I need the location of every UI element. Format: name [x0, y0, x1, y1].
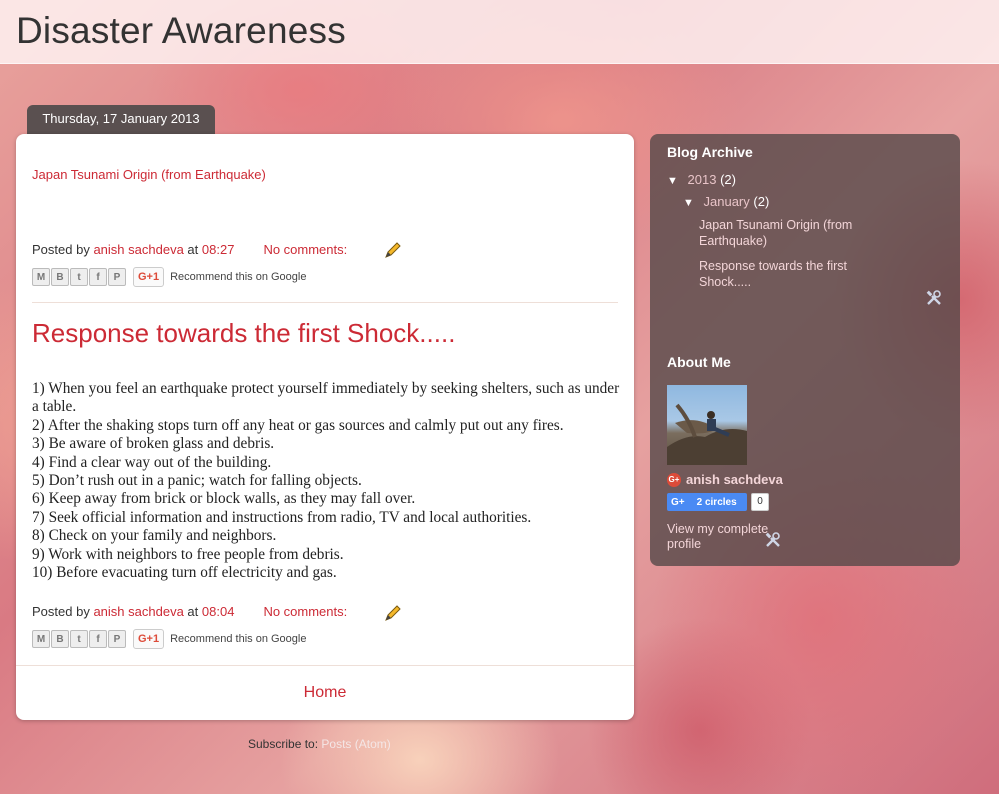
circles-button[interactable]: G+ 2 circles — [667, 493, 747, 511]
subscribe-line: Subscribe to: Posts (Atom) — [248, 737, 391, 751]
archive-month-count: (2) — [753, 194, 770, 209]
post-body-line: 9) Work with neighbors to free people fr… — [32, 545, 344, 563]
author-link[interactable]: anish sachdeva — [93, 242, 183, 257]
archive-post-link[interactable]: Japan Tsunami Origin (from Earthquake) — [699, 217, 899, 249]
archive-post-item[interactable]: Response towards the first Shock..... — [699, 258, 899, 290]
post-body-line: 1) When you feel an earthquake protect y… — [32, 380, 620, 416]
archive-year-link[interactable]: 2013 — [688, 172, 717, 187]
facebook-icon[interactable]: f — [89, 268, 107, 286]
blog-header: Disaster Awareness — [0, 0, 999, 64]
at-label: at — [187, 242, 199, 257]
profile-name-row[interactable]: G+ anish sachdeva — [667, 472, 783, 487]
email-icon[interactable]: M — [32, 630, 50, 648]
comments-link[interactable]: No comments: — [263, 604, 347, 619]
blogger-icon[interactable]: B — [51, 630, 69, 648]
pinterest-icon[interactable]: P — [108, 630, 126, 648]
archive-month-link[interactable]: January — [704, 194, 750, 209]
blog-title[interactable]: Disaster Awareness — [16, 10, 346, 52]
sidebar: Blog Archive ▼ 2013 (2) ▼ January (2) Ja… — [650, 134, 960, 566]
post-title-link[interactable]: Response towards the first Shock..... — [32, 318, 455, 349]
main-content: Japan Tsunami Origin (from Earthquake) P… — [16, 134, 634, 720]
home-link-wrapper: Home — [16, 684, 634, 702]
date-header: Thursday, 17 January 2013 — [27, 105, 215, 135]
recommend-label: Recommend this on Google — [170, 271, 307, 283]
circles-count: 0 — [751, 493, 769, 511]
archive-heading: Blog Archive — [667, 144, 753, 160]
google-plus-icon: G+ — [671, 496, 685, 508]
gplus-one-button[interactable]: G+1 — [133, 267, 165, 287]
author-link[interactable]: anish sachdeva — [93, 604, 183, 619]
post-divider — [32, 302, 618, 303]
circles-widget: G+ 2 circles 0 — [667, 493, 769, 511]
wrench-screwdriver-icon[interactable] — [764, 531, 782, 549]
profile-name-link[interactable]: anish sachdeva — [686, 472, 783, 487]
avatar[interactable] — [667, 385, 747, 465]
posted-by-label: Posted by — [32, 242, 90, 257]
edit-pencil-icon[interactable] — [383, 603, 403, 623]
post-body-line: 4) Find a clear way out of the building. — [32, 453, 272, 471]
email-icon[interactable]: M — [32, 268, 50, 286]
wrench-screwdriver-icon[interactable] — [925, 289, 943, 307]
circles-label: 2 circles — [696, 496, 737, 508]
recommend-label: Recommend this on Google — [170, 633, 307, 645]
about-heading: About Me — [667, 354, 731, 370]
comments-link[interactable]: No comments: — [263, 242, 347, 257]
archive-year-count: (2) — [720, 172, 736, 187]
post-timestamp-link[interactable]: 08:04 — [202, 604, 235, 619]
post-body-line: 6) Keep away from brick or block walls, … — [32, 490, 416, 508]
share-bar: M B t f P G+1 Recommend this on Google — [32, 267, 306, 287]
archive-month-row[interactable]: ▼ January (2) — [683, 194, 769, 209]
at-label: at — [187, 604, 199, 619]
feed-link[interactable]: Posts (Atom) — [321, 737, 390, 751]
post-body-line: 3) Be aware of broken glass and debris. — [32, 435, 275, 453]
edit-pencil-icon[interactable] — [383, 240, 403, 260]
post-title-link[interactable]: Japan Tsunami Origin (from Earthquake) — [32, 167, 266, 182]
posted-by-label: Posted by — [32, 604, 90, 619]
blogger-icon[interactable]: B — [51, 268, 69, 286]
post-body-line: 2) After the shaking stops turn off any … — [32, 416, 564, 434]
facebook-icon[interactable]: f — [89, 630, 107, 648]
pinterest-icon[interactable]: P — [108, 268, 126, 286]
post-body: 1) When you feel an earthquake protect y… — [32, 380, 622, 582]
archive-year-row[interactable]: ▼ 2013 (2) — [667, 172, 736, 187]
expand-triangle-icon[interactable]: ▼ — [683, 197, 694, 209]
twitter-icon[interactable]: t — [70, 268, 88, 286]
archive-post-item[interactable]: Japan Tsunami Origin (from Earthquake) — [699, 217, 899, 249]
post-body-line: 10) Before evacuating turn off electrici… — [32, 564, 337, 582]
share-bar: M B t f P G+1 Recommend this on Google — [32, 629, 306, 649]
archive-post-link[interactable]: Response towards the first Shock..... — [699, 258, 899, 290]
profile-photo — [667, 403, 747, 465]
post-footer: Posted by anish sachdeva at 08:04 No com… — [32, 604, 347, 619]
subscribe-label: Subscribe to: — [248, 737, 319, 751]
post-body-line: 7) Seek official information and instruc… — [32, 508, 532, 526]
twitter-icon[interactable]: t — [70, 630, 88, 648]
pager-divider — [16, 665, 634, 666]
home-link[interactable]: Home — [304, 684, 347, 701]
expand-triangle-icon[interactable]: ▼ — [667, 175, 678, 187]
post-body-line: 8) Check on your family and neighbors. — [32, 527, 277, 545]
post-footer: Posted by anish sachdeva at 08:27 No com… — [32, 242, 347, 257]
google-plus-icon: G+ — [667, 472, 681, 487]
post-timestamp-link[interactable]: 08:27 — [202, 242, 235, 257]
gplus-one-button[interactable]: G+1 — [133, 629, 165, 649]
post-body-line: 5) Don’t rush out in a panic; watch for … — [32, 472, 362, 490]
